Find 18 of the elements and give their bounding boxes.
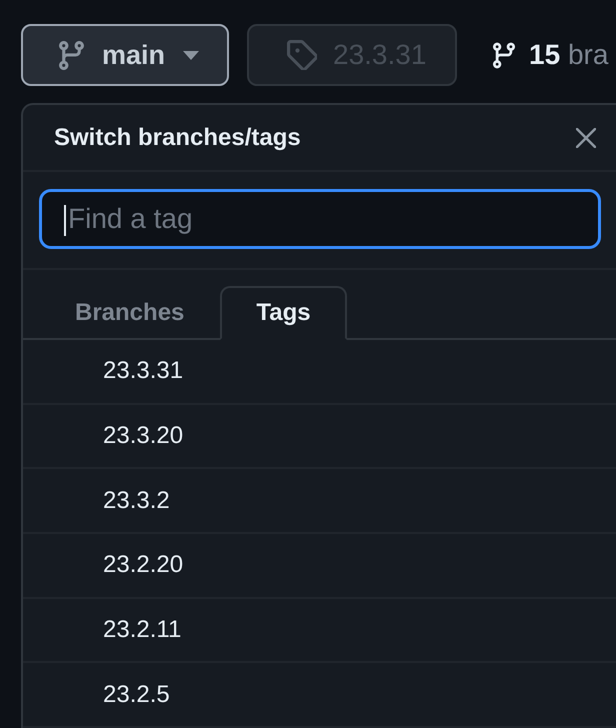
- text-cursor: [64, 205, 66, 236]
- tag-list-item[interactable]: 23.3.20: [23, 404, 616, 470]
- tag-icon: [287, 40, 317, 70]
- tag-list-item[interactable]: 23.3.31: [23, 340, 616, 405]
- branch-icon: [59, 40, 84, 70]
- tag-list-item[interactable]: 23.3.2: [23, 469, 616, 534]
- dropdown-title: Switch branches/tags: [54, 126, 301, 150]
- branch-icon: [493, 42, 515, 68]
- caret-icon: [183, 50, 200, 60]
- search-field[interactable]: Find a tag: [39, 189, 601, 249]
- tag-list-item[interactable]: 23.2.20: [23, 534, 616, 599]
- branches-link[interactable]: 15 bra: [493, 41, 608, 69]
- tab[interactable]: Branches: [39, 286, 220, 340]
- tab[interactable]: Tags: [220, 286, 347, 340]
- branch-button[interactable]: main: [21, 24, 229, 86]
- tag-list-item[interactable]: 23.2.11: [23, 598, 616, 664]
- tag-list-item[interactable]: 23.2.5: [23, 663, 616, 728]
- close-icon: [576, 128, 596, 148]
